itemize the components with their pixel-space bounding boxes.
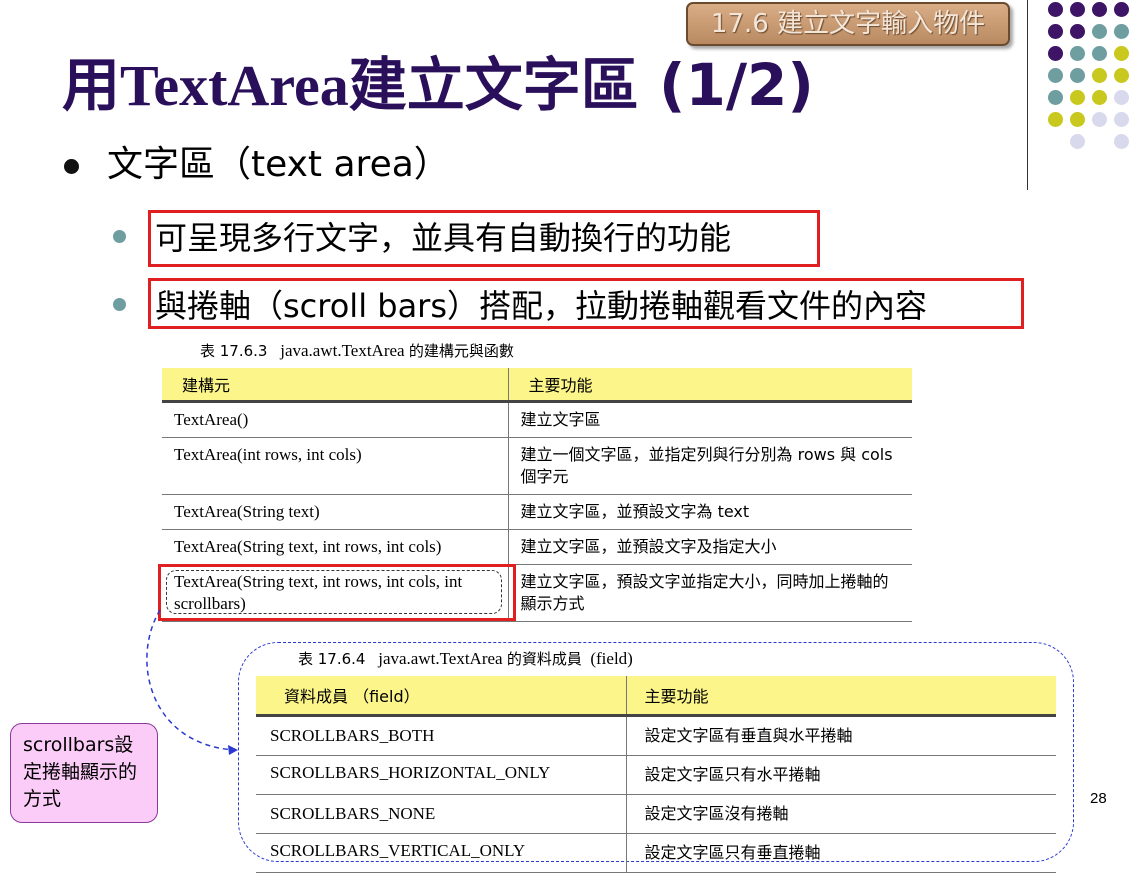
decorative-dot — [1114, 90, 1129, 105]
table-cell: 建立文字區，並預設文字及指定大小 — [507, 529, 912, 565]
table-cell: SCROLLBARS_HORIZONTAL_ONLY — [256, 755, 626, 795]
slide-title: 用TextArea建立文字區 (1/2) — [62, 40, 1022, 130]
table1-caption: 表 17.6.3 java.awt.TextArea 的建構元與函數 — [200, 340, 514, 361]
title-suffix: 建立文字區 (1/2) — [348, 51, 814, 119]
main-bullet: 文字區（text area） — [64, 140, 450, 190]
decorative-dot — [1114, 24, 1129, 39]
highlight-box-1: 可呈現多行文字，並具有自動換行的功能 — [148, 210, 820, 267]
table2-caption: 表 17.6.4 java.awt.TextArea 的資料成員 (field) — [298, 648, 633, 669]
decorative-dot — [1114, 2, 1129, 17]
table-cell: 建立文字區，預設文字並指定大小，同時加上捲軸的顯示方式 — [507, 564, 912, 622]
decorative-dot — [1048, 46, 1063, 61]
table-row: TextArea(String text) 建立文字區，並預設文字為 text — [162, 494, 912, 530]
table-cell: TextArea() — [162, 401, 508, 438]
table-cell: 設定文字區沒有捲軸 — [625, 794, 1056, 834]
sub-bullet-2-text: 與捲軸（scroll bars）搭配，拉動捲軸觀看文件的內容 — [155, 287, 928, 325]
table-row: SCROLLBARS_VERTICAL_ONLY 設定文字區只有垂直捲軸 — [256, 833, 1056, 873]
table-cell: 設定文字區只有水平捲軸 — [625, 755, 1056, 795]
field-table: 資料成員 （field） 主要功能 SCROLLBARS_BOTH 設定文字區有垂… — [256, 676, 1056, 873]
decorative-dot — [1114, 46, 1129, 61]
highlight-box-2: 與捲軸（scroll bars）搭配，拉動捲軸觀看文件的內容 — [148, 278, 1024, 329]
table-cell: 建立文字區，並預設文字為 text — [507, 494, 912, 530]
title-prefix: 用 — [62, 51, 121, 119]
table-row: TextArea(String text, int rows, int cols… — [162, 529, 912, 565]
decorative-dot — [1114, 112, 1129, 127]
main-bullet-text: 文字區（text area） — [107, 144, 450, 185]
table2-caption-text: 的資料成員 — [506, 650, 582, 668]
table-header-cell: 建構元 — [162, 368, 508, 403]
decorative-dot — [1092, 68, 1107, 83]
sub-bullet-1-text: 可呈現多行文字，並具有自動換行的功能 — [155, 219, 732, 257]
decorative-dot — [1092, 90, 1107, 105]
bullet-dot-icon — [64, 158, 79, 174]
table1-caption-text: 的建構元與函數 — [408, 342, 514, 360]
decorative-dot — [1114, 68, 1129, 83]
decorative-dot — [1092, 46, 1107, 61]
table2-caption-class: java.awt.TextArea — [378, 649, 503, 668]
table-header-cell: 主要功能 — [625, 676, 1056, 717]
table-row: SCROLLBARS_NONE 設定文字區沒有捲軸 — [256, 794, 1056, 834]
sub-bullet-dot-icon — [113, 230, 126, 243]
decorative-dot-grid — [1048, 2, 1138, 160]
decorative-dot — [1048, 2, 1063, 17]
table-cell: 建立文字區 — [507, 401, 912, 438]
decorative-dot — [1070, 134, 1085, 149]
decorative-dot — [1092, 2, 1107, 17]
page-number: 28 — [1090, 790, 1107, 807]
decorative-dot — [1048, 68, 1063, 83]
decorative-dot — [1048, 24, 1063, 39]
table-header-cell: 主要功能 — [507, 368, 912, 403]
table-cell: TextArea(int rows, int cols) — [162, 437, 508, 495]
table2-caption-num: 表 17.6.4 — [298, 650, 366, 668]
table-row: TextArea(int rows, int cols) 建立一個文字區，並指定列… — [162, 437, 912, 495]
decorative-dot — [1092, 112, 1107, 127]
table-cell: TextArea(String text, int rows, int cols… — [162, 529, 508, 565]
decorative-dot — [1114, 134, 1129, 149]
table-cell: TextArea(String text) — [162, 494, 508, 530]
table-cell: 建立一個文字區，並指定列與行分別為 rows 與 cols 個字元 — [507, 437, 912, 495]
decorative-dot — [1070, 68, 1085, 83]
decorative-dot — [1070, 24, 1085, 39]
sub-bullet-1: 可呈現多行文字，並具有自動換行的功能 — [113, 210, 820, 267]
table-row: SCROLLBARS_HORIZONTAL_ONLY 設定文字區只有水平捲軸 — [256, 755, 1056, 795]
table-cell: SCROLLBARS_VERTICAL_ONLY — [256, 833, 626, 873]
title-latin: TextArea — [120, 53, 349, 118]
sub-bullet-2: 與捲軸（scroll bars）搭配，拉動捲軸觀看文件的內容 — [113, 278, 1024, 332]
table-cell: 設定文字區有垂直與水平捲軸 — [625, 715, 1056, 756]
decorative-dot — [1070, 46, 1085, 61]
table-cell: SCROLLBARS_NONE — [256, 794, 626, 834]
table1-caption-class: java.awt.TextArea — [280, 341, 405, 360]
decorative-dot — [1070, 90, 1085, 105]
sub-bullet-dot-icon — [113, 298, 126, 311]
table-header-row: 資料成員 （field） 主要功能 — [256, 676, 1056, 717]
table-cell: 設定文字區只有垂直捲軸 — [625, 833, 1056, 873]
decorative-dot — [1048, 90, 1063, 105]
table-header-cell: 資料成員 （field） — [256, 676, 626, 717]
table-row: TextArea() 建立文字區 — [162, 401, 912, 438]
table-row: SCROLLBARS_BOTH 設定文字區有垂直與水平捲軸 — [256, 715, 1056, 756]
decorative-dot — [1070, 112, 1085, 127]
table1-caption-num: 表 17.6.3 — [200, 342, 268, 360]
decorative-dot — [1092, 24, 1107, 39]
table2-caption-tail: (field) — [590, 649, 633, 668]
scrollbars-callout: scrollbars設定捲軸顯示的方式 — [10, 723, 158, 823]
decorative-dot — [1048, 112, 1063, 127]
table-header-row: 建構元 主要功能 — [162, 368, 912, 403]
divider-line — [1027, 0, 1028, 190]
table-cell: SCROLLBARS_BOTH — [256, 715, 626, 756]
decorative-dot — [1070, 2, 1085, 17]
